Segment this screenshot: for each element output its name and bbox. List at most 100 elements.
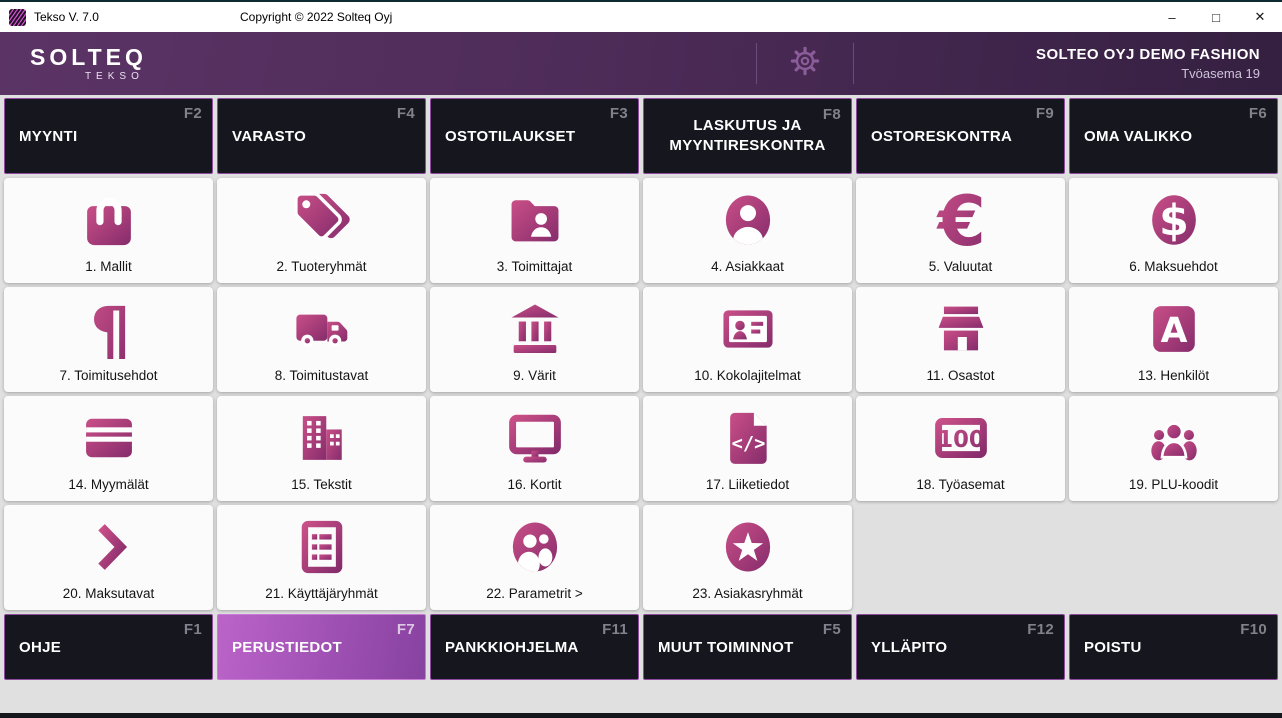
menu-label: OSTOTILAUKSET: [445, 128, 575, 145]
titlebar: Tekso V. 7.0 Copyright © 2022 Solteq Oyj…: [0, 0, 1282, 32]
menu-varasto[interactable]: VARASTOF4: [217, 98, 426, 174]
menu-pankkiohjelma[interactable]: PANKKIOHJELMAF11: [430, 614, 639, 680]
gear-icon: [789, 45, 821, 82]
bottom-menu-row: OHJE F1 PERUSTIEDOT F7 PANKKIOHJELMAF11MUUT …: [4, 614, 1278, 680]
tile-asiakkaat[interactable]: 4. Asiakkaat: [643, 178, 852, 283]
menu-label: POISTU: [1084, 639, 1142, 656]
people-oval-icon: [430, 505, 639, 586]
tile-label: 5. Valuutat: [856, 259, 1065, 283]
tile-label: 23. Asiakasryhmät: [643, 586, 852, 610]
app-window: Tekso V. 7.0 Copyright © 2022 Solteq Oyj…: [0, 0, 1282, 718]
fkey-label: F11: [602, 621, 628, 638]
truck-icon: [217, 287, 426, 368]
tile-toimitusehdot[interactable]: ¶7. Toimitusehdot: [4, 287, 213, 392]
copyright-text: Copyright © 2022 Solteq Oyj: [240, 2, 392, 32]
storefront-icon: [856, 287, 1065, 368]
tile-henkilot[interactable]: A13. Henkilöt: [1069, 287, 1278, 392]
tile-tyoasemat[interactable]: 10018. Työasemat: [856, 396, 1065, 501]
buildings-icon: [217, 396, 426, 477]
tile-liiketiedot[interactable]: </>17. Liiketiedot: [643, 396, 852, 501]
tile-varit[interactable]: 9. Värit: [430, 287, 639, 392]
people-group-icon: [1069, 396, 1278, 477]
tile-label: 21. Käyttäjäryhmät: [217, 586, 426, 610]
menu-label: MYYNTI: [19, 128, 77, 145]
menu-myynti[interactable]: MYYNTI F2: [4, 98, 213, 174]
fkey-label: F1: [184, 621, 202, 638]
menu-oma-valikko[interactable]: OMA VALIKKOF6: [1069, 98, 1278, 174]
tile-label: 10. Kokolajitelmat: [643, 368, 852, 392]
tile-label: 13. Henkilöt: [1069, 368, 1278, 392]
menu-label: OMA VALIKKO: [1084, 128, 1192, 145]
svg-text:</>: </>: [731, 434, 765, 455]
tile-tuoteryhmat[interactable]: 2. Tuoteryhmät: [217, 178, 426, 283]
workstation-label: Tvöasema 19: [1036, 65, 1260, 83]
tile-parametrit[interactable]: 22. Parametrit >: [430, 505, 639, 610]
tile-label: 9. Värit: [430, 368, 639, 392]
card-stripes-icon: [4, 396, 213, 477]
tile-toimitustavat[interactable]: 8. Toimitustavat: [217, 287, 426, 392]
tile-label: 14. Myymälät: [4, 477, 213, 501]
maximize-button[interactable]: □: [1194, 2, 1238, 32]
company-name: SOLTEO OYJ DEMO FASHION: [1036, 45, 1260, 65]
tile-grid: 1. Mallit 2. Tuoteryhmät 3. Toimittajat …: [4, 178, 1278, 610]
menu-label: OHJE: [19, 639, 61, 656]
menu-ostoreskontra[interactable]: OSTORESKONTRAF9: [856, 98, 1065, 174]
tile-label: 8. Toimitustavat: [217, 368, 426, 392]
tile-label: 6. Maksuehdot: [1069, 259, 1278, 283]
display-100-icon: 100: [856, 396, 1065, 477]
tile-kayttajaryhmat[interactable]: 21. Käyttäjäryhmät: [217, 505, 426, 610]
menu-ohje[interactable]: OHJE F1: [4, 614, 213, 680]
tile-label: 3. Toimittajat: [430, 259, 639, 283]
tile-valuutat[interactable]: €5. Valuutat: [856, 178, 1065, 283]
fkey-label: F3: [610, 105, 628, 122]
top-menu-row: MYYNTI F2 VARASTOF4 OSTOTILAUKSET F3 LASKUTUS…: [4, 98, 1278, 174]
tile-asiakasryhmat[interactable]: 23. Asiakasryhmät: [643, 505, 852, 610]
tile-plu-koodit[interactable]: 19. PLU-koodit: [1069, 396, 1278, 501]
id-card-icon: [643, 287, 852, 368]
tile-label: 16. Kortit: [430, 477, 639, 501]
menu-muut-toiminnot[interactable]: MUUT TOIMINNOTF5: [643, 614, 852, 680]
tile-label: 20. Maksutavat: [4, 586, 213, 610]
chevron-right-icon: [4, 505, 213, 586]
fkey-label: F9: [1036, 105, 1054, 122]
tile-label: 4. Asiakkaat: [643, 259, 852, 283]
user-oval-icon: [643, 178, 852, 259]
bank-icon: [430, 287, 639, 368]
menu-poistu[interactable]: POISTU F10: [1069, 614, 1278, 680]
svg-text:100: 100: [937, 427, 984, 453]
tile-label: 22. Parametrit >: [430, 586, 639, 610]
tile-toimittajat[interactable]: 3. Toimittajat: [430, 178, 639, 283]
fkey-label: F10: [1240, 621, 1267, 638]
menu-ostotilaukset[interactable]: OSTOTILAUKSET F3: [430, 98, 639, 174]
tile-label: 19. PLU-koodit: [1069, 477, 1278, 501]
tile-maksuehdot[interactable]: $6. Maksuehdot: [1069, 178, 1278, 283]
letter-a-badge-icon: A: [1069, 287, 1278, 368]
menu-laskutus-ja-myyntireskontra[interactable]: LASKUTUS JA MYYNTIRESKONTRAF8: [643, 98, 852, 174]
tile-mallit[interactable]: 1. Mallit: [4, 178, 213, 283]
settings-button[interactable]: [756, 43, 854, 84]
euro-sign-icon: €: [856, 178, 1065, 259]
folder-user-icon: [430, 178, 639, 259]
taskbar-edge: [0, 713, 1282, 718]
tile-tekstit[interactable]: 15. Tekstit: [217, 396, 426, 501]
menu-perustiedot[interactable]: PERUSTIEDOT F7: [217, 614, 426, 680]
logo-main-text: SOLTEQ: [30, 46, 147, 69]
svg-text:¶: ¶: [89, 297, 130, 361]
menu-label: PERUSTIEDOT: [232, 639, 342, 656]
menu-label: VARASTO: [232, 128, 306, 145]
fkey-label: F7: [397, 621, 415, 638]
tile-maksutavat[interactable]: 20. Maksutavat: [4, 505, 213, 610]
tile-label: 2. Tuoteryhmät: [217, 259, 426, 283]
pilcrow-icon: ¶: [4, 287, 213, 368]
minimize-button[interactable]: –: [1150, 2, 1194, 32]
monitor-icon: [430, 396, 639, 477]
fkey-label: F2: [184, 105, 202, 122]
close-button[interactable]: ✕: [1238, 2, 1282, 32]
app-icon: [9, 9, 26, 26]
tile-osastot[interactable]: 11. Osastot: [856, 287, 1065, 392]
tile-myymalat[interactable]: 14. Myymälät: [4, 396, 213, 501]
menu-yllapito[interactable]: YLLÄPITOF12: [856, 614, 1065, 680]
svg-text:€: €: [935, 188, 985, 252]
tile-kortit[interactable]: 16. Kortit: [430, 396, 639, 501]
tile-kokolajitelmat[interactable]: 10. Kokolajitelmat: [643, 287, 852, 392]
